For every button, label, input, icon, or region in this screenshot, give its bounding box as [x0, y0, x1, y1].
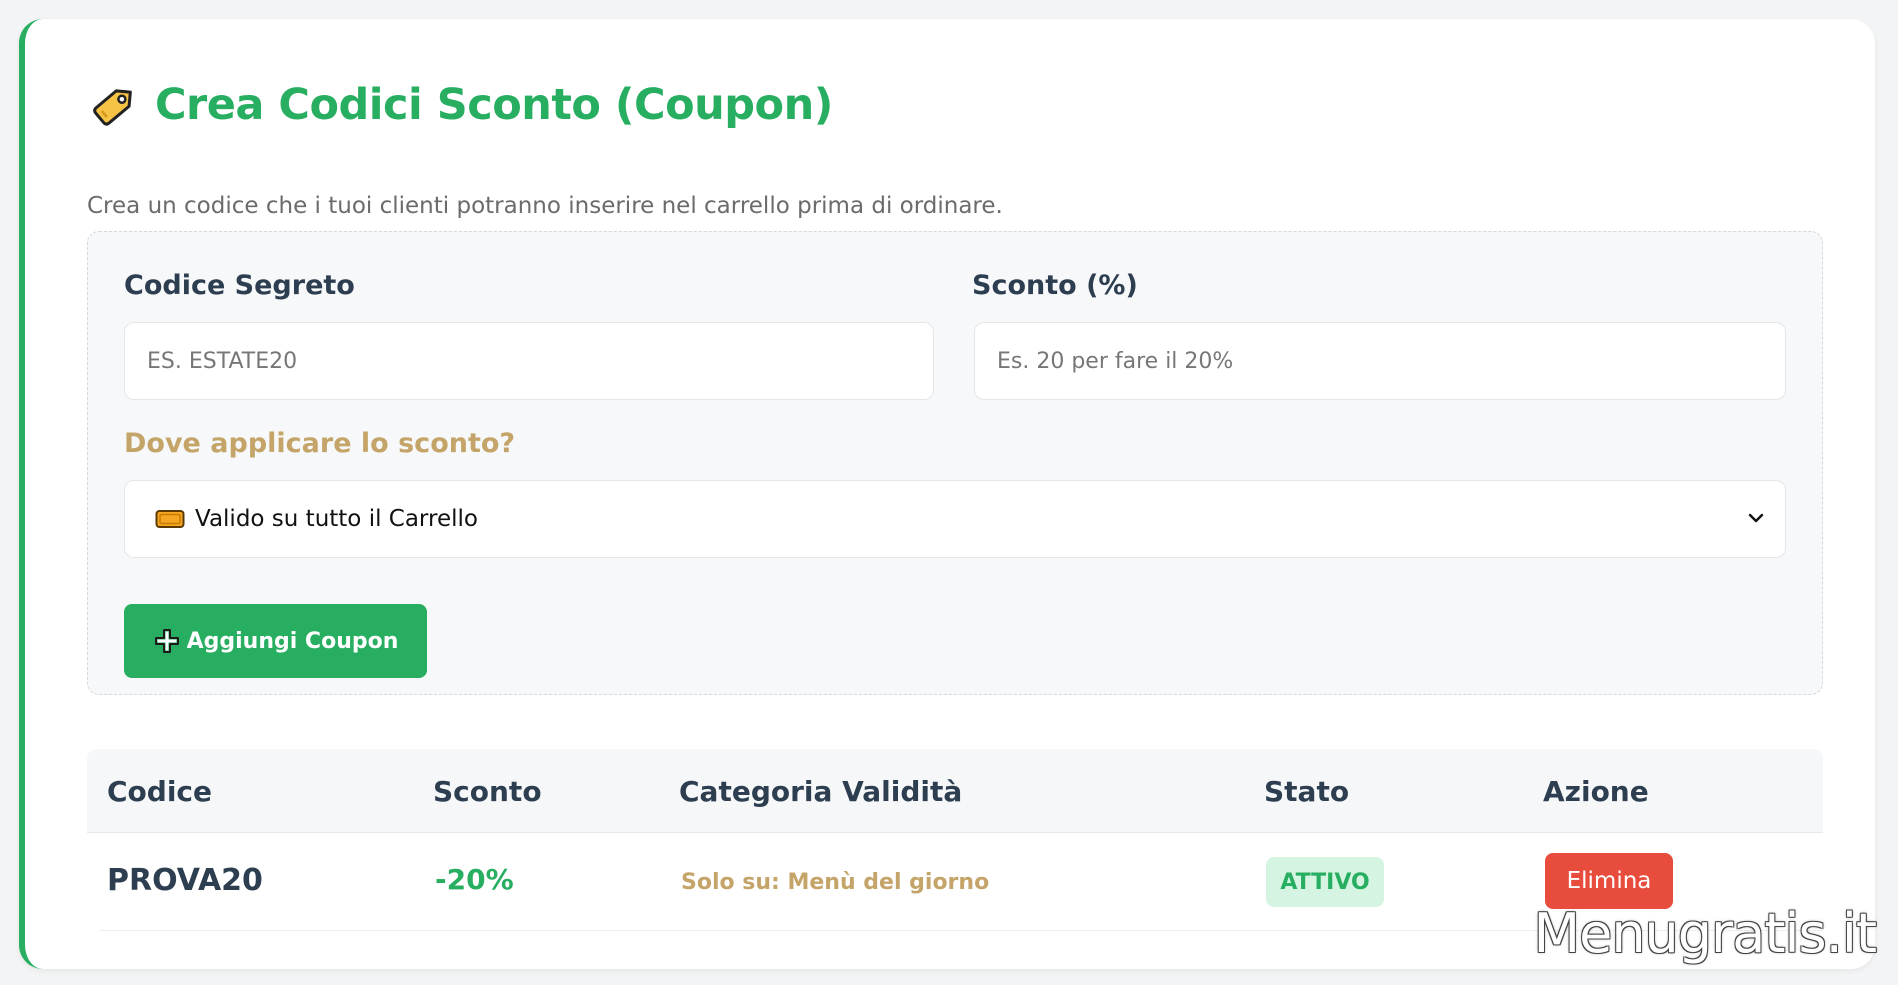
coupon-form: Codice Segreto Sconto (%) Dove applicare… — [87, 231, 1823, 695]
page-subtitle: Crea un codice che i tuoi clienti potran… — [87, 193, 1003, 219]
column-header-code: Codice — [107, 775, 213, 808]
add-coupon-button[interactable]: Aggiungi Coupon — [124, 604, 427, 678]
code-input[interactable] — [124, 322, 934, 400]
discount-label: Sconto (%) — [972, 270, 1138, 301]
ticket-icon — [155, 509, 195, 529]
plus-icon — [153, 627, 181, 655]
coupon-category: Solo su: Menù del giorno — [681, 870, 990, 895]
coupon-card: Crea Codici Sconto (Coupon) Crea un codi… — [19, 19, 1875, 969]
table-header: Codice Sconto Categoria Validità Stato A… — [87, 749, 1823, 833]
status-badge: ATTIVO — [1266, 857, 1384, 907]
discount-input[interactable] — [974, 322, 1786, 400]
column-header-status: Stato — [1264, 775, 1350, 808]
page-title-text: Crea Codici Sconto (Coupon) — [155, 80, 833, 130]
column-header-category: Categoria Validità — [679, 775, 963, 808]
delete-coupon-button[interactable]: Elimina — [1545, 853, 1673, 909]
code-label: Codice Segreto — [124, 270, 355, 301]
column-header-discount: Sconto — [433, 775, 542, 808]
column-header-action: Azione — [1543, 775, 1649, 808]
add-coupon-button-label: Aggiungi Coupon — [186, 628, 399, 654]
watermark: Menugratis.it — [1533, 902, 1877, 965]
coupon-discount: -20% — [435, 863, 514, 896]
coupon-code: PROVA20 — [107, 863, 263, 898]
tag-icon — [89, 79, 141, 131]
scope-label: Dove applicare lo sconto? — [124, 428, 516, 459]
page-title: Crea Codici Sconto (Coupon) — [89, 79, 833, 131]
scope-select[interactable]: Valido su tutto il Carrello — [124, 480, 1786, 558]
scope-select-value: Valido su tutto il Carrello — [195, 506, 478, 532]
